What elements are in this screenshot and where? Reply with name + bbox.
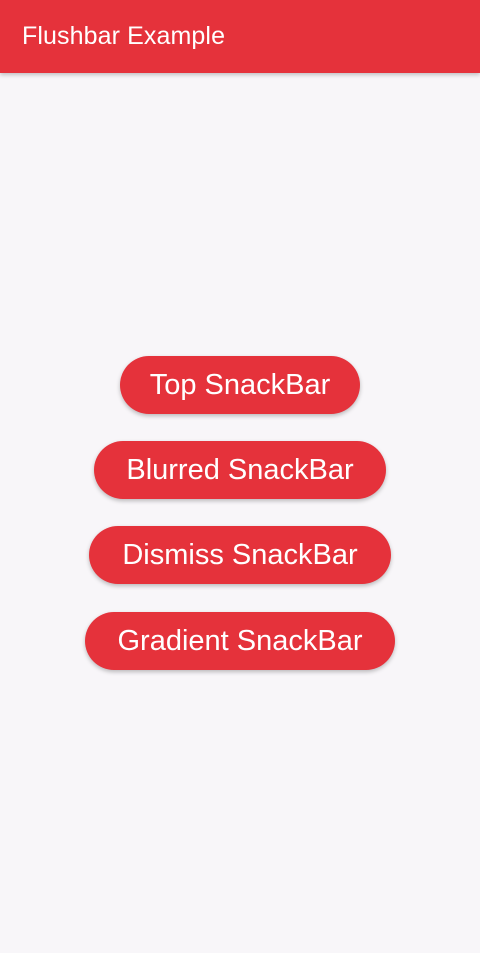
blurred-snackbar-button[interactable]: Blurred SnackBar bbox=[94, 441, 386, 499]
gradient-snackbar-button[interactable]: Gradient SnackBar bbox=[85, 612, 395, 670]
app-bar: Flushbar Example bbox=[0, 0, 480, 73]
app-title: Flushbar Example bbox=[22, 22, 226, 50]
dismiss-snackbar-button[interactable]: Dismiss SnackBar bbox=[89, 526, 391, 584]
top-snackbar-button[interactable]: Top SnackBar bbox=[120, 356, 360, 414]
main-content: Top SnackBar Blurred SnackBar Dismiss Sn… bbox=[0, 73, 480, 953]
